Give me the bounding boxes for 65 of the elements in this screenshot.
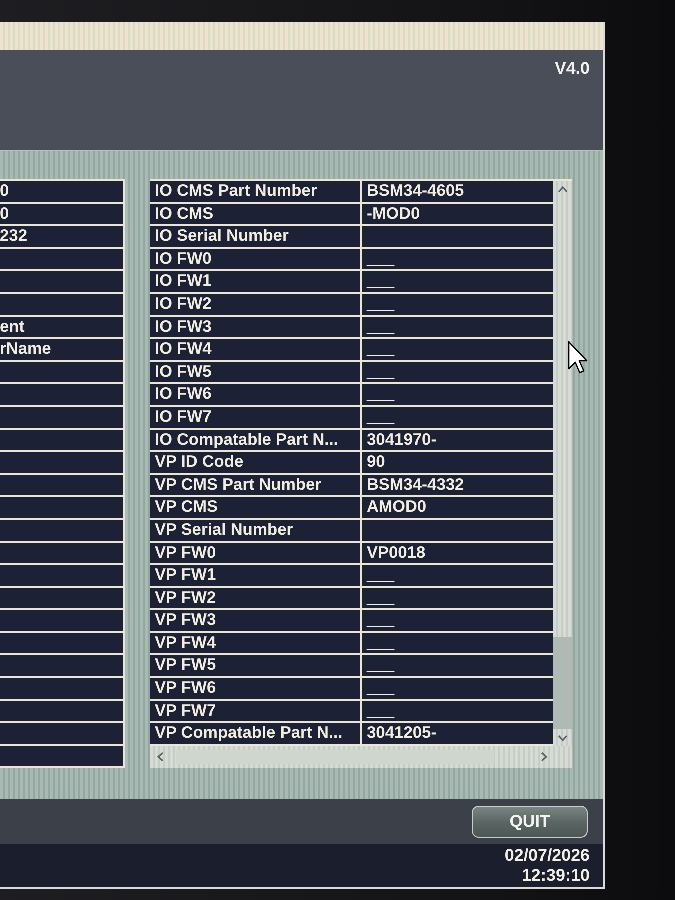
table-cell: VP Serial Number [150,520,362,540]
horizontal-scrollbar[interactable] [150,746,572,768]
chevron-up-icon[interactable] [558,186,568,193]
time-label: 12:39:10 [522,866,590,886]
table-cell: VP FW5 [150,655,362,676]
version-label: V4.0 [555,59,590,79]
table-cell: IO FW4 [150,339,362,360]
date-label: 02/07/2026 [504,846,590,866]
table-cell: IO FW6 [150,384,362,405]
table-cell: IO FW3 [150,316,362,338]
pointer-cursor-icon [568,341,588,374]
table-cell: IO FW7 [150,406,362,428]
table-cell: IO FW2 [150,294,362,315]
table-cell: ent [0,316,25,338]
table-cell-text: 90 [366,452,386,473]
table-cell: VP Compatable Part N... [150,723,362,744]
table-cell-text: BSM34-4332 [366,474,464,496]
table-cell-text: VP0018 [366,542,426,564]
table-cell-text: ___ [366,294,395,315]
table-cell: IO CMS [150,204,362,224]
table-cell: 0 [0,204,10,224]
quit-button[interactable]: QUIT [472,806,588,838]
table-cell-text: ___ [366,339,395,360]
table-cell-text: ___ [366,271,395,292]
table-cell: 232 [0,226,28,247]
table-cell: VP FW4 [150,632,362,654]
table-cell: VP FW7 [150,700,362,722]
table-cell-text: ___ [366,565,395,586]
table-cell-text: BSM34-4605 [366,181,464,202]
chevron-right-icon[interactable] [541,752,548,762]
table-cell-text: ___ [366,384,395,405]
chevron-down-icon[interactable] [558,734,568,742]
table-cell-text: -MOD0 [366,204,420,224]
table-cell: VP FW3 [150,610,362,631]
chevron-left-icon[interactable] [157,752,164,762]
table-cell: IO Serial Number [150,226,362,247]
table-cell-text: 3041205- [366,723,437,744]
table-cell: VP CMS Part Number [150,474,362,496]
table-cell-text: AMOD0 [366,497,427,518]
table-cell: VP FW6 [150,678,362,699]
vertical-scrollbar[interactable] [553,181,572,746]
table-cell: rName [0,339,52,360]
table-cell: VP CMS [150,497,362,518]
table-cell-text: ___ [366,700,395,722]
table-cell: IO CMS Part Number [150,181,362,202]
scroll-thumb[interactable] [553,636,572,729]
table-cell-text: ___ [366,588,395,608]
table-cell-text: ___ [366,655,395,676]
table-cell-text: ___ [366,248,395,270]
table-cell-text: ___ [366,610,395,631]
table-cell: IO FW0 [150,248,362,270]
table-cell: IO Compatable Part N... [150,430,362,450]
table-cell-text: ___ [366,632,395,654]
table-cell-text: ___ [366,362,395,382]
table-cell-text: ___ [366,406,395,428]
table-cell-text: 3041970- [366,430,437,450]
table-cell: VP FW2 [150,588,362,608]
table-cell-text: ___ [366,678,395,699]
table-cell: VP FW0 [150,542,362,564]
table-cell: VP ID Code [150,452,362,473]
table-cell: 0 [0,181,10,202]
table-cell: IO FW5 [150,362,362,382]
table-cell: VP FW1 [150,565,362,586]
table-cell-text: ___ [366,316,395,338]
table-cell: IO FW1 [150,271,362,292]
